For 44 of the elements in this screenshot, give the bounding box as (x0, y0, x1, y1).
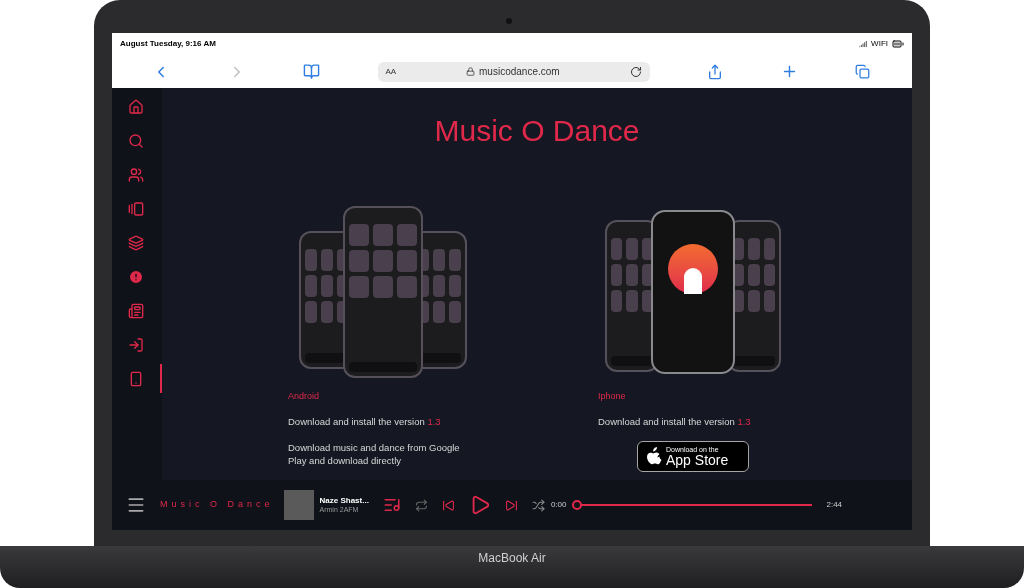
cards-icon (128, 200, 144, 217)
users-icon (128, 166, 144, 183)
device-label: MacBook Air (478, 550, 546, 567)
reload-icon[interactable] (629, 65, 642, 78)
track-title: Naze Shast... (319, 495, 369, 506)
status-time: August Tuesday, 9:16 AM (120, 38, 216, 50)
battery-icon (892, 38, 904, 50)
album-photo-placeholder (283, 490, 314, 520)
platform-name: Iphone (598, 390, 627, 403)
platform-name: Android (288, 390, 321, 403)
install-text: Download and install the version 1.3 (598, 414, 752, 429)
signal-icon (859, 40, 868, 48)
lock-icon (466, 67, 476, 76)
next-icon[interactable] (504, 498, 518, 512)
login-icon (128, 336, 144, 353)
previous-icon[interactable] (441, 498, 455, 512)
tabs-icon[interactable] (855, 64, 870, 79)
playlist-icon[interactable] (382, 496, 401, 514)
install-text: Download and install the version 1.3 (288, 414, 442, 429)
menu-icon[interactable] (126, 495, 146, 515)
share-icon[interactable] (707, 63, 723, 80)
text-size-label[interactable]: AA (385, 65, 397, 78)
page-title: Music O Dance (434, 116, 640, 146)
address-bar[interactable]: AA musicodance.com (377, 61, 650, 82)
layers-icon (128, 234, 144, 251)
alert-icon (128, 268, 144, 285)
progress-thumb[interactable] (572, 500, 583, 510)
home-icon (128, 98, 144, 115)
duration-time: 2:44 (826, 499, 843, 511)
bookmarks-icon[interactable] (303, 63, 320, 80)
shuffle-icon[interactable] (531, 498, 545, 512)
apple-icon (646, 447, 662, 466)
camera-icon (506, 18, 512, 24)
elapsed-time: 0:00 (550, 499, 567, 511)
description-text: Download music and dance from Google Play and download directly (288, 440, 461, 467)
brand-text: Music O Dance (160, 498, 274, 512)
phone-icon (128, 370, 144, 387)
newspaper-icon (128, 302, 144, 319)
url-text: musicodance.com (479, 65, 560, 79)
search-icon (128, 132, 144, 149)
progress-track[interactable] (572, 500, 813, 510)
store-large-text: App Store (666, 452, 729, 467)
repeat-icon[interactable] (414, 498, 428, 512)
network-label: WIFI (871, 38, 888, 50)
